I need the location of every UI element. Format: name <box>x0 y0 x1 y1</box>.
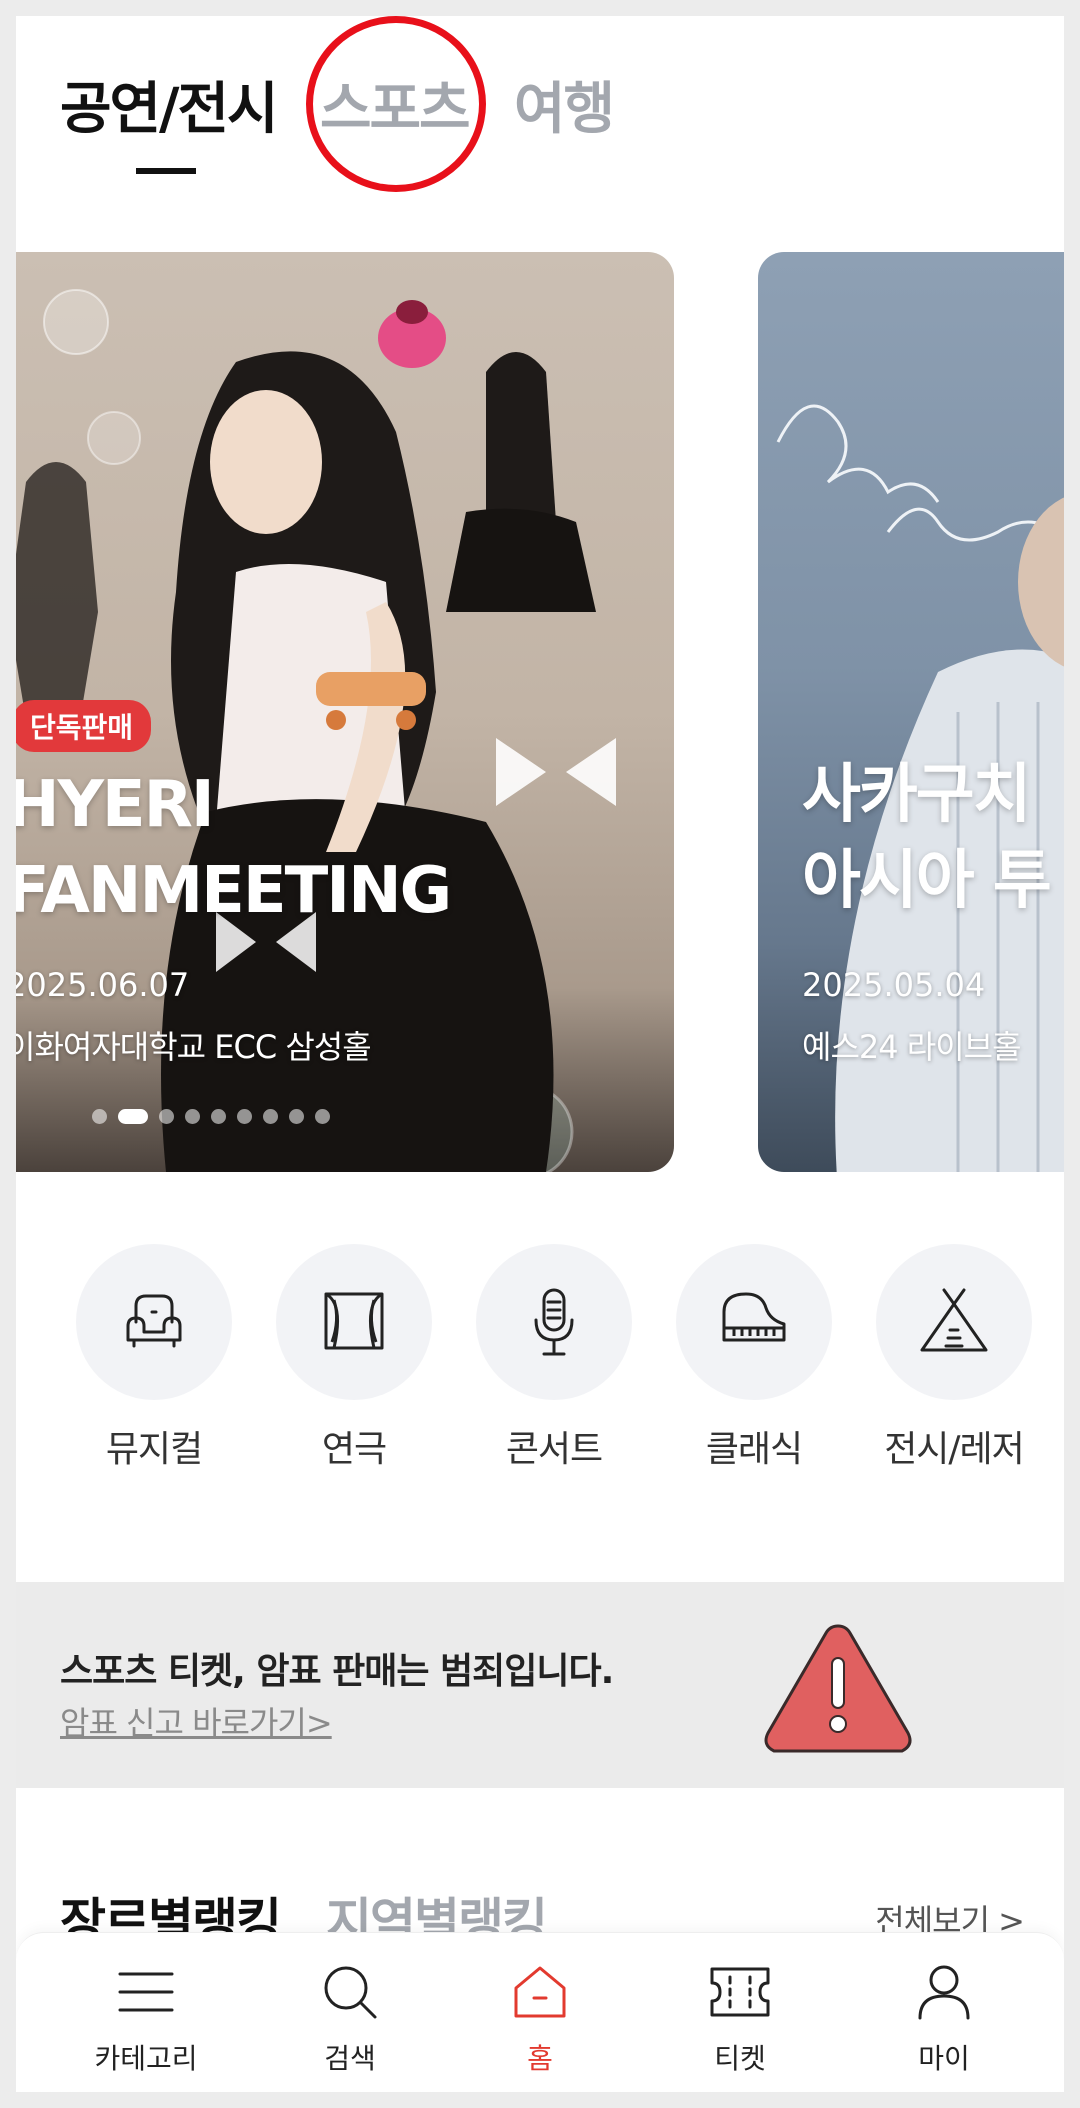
category-exhibition-leisure[interactable]: 전시/레저 <box>874 1244 1034 1472</box>
carousel-dot <box>211 1108 226 1124</box>
theater-curtain-icon <box>324 1292 384 1350</box>
highlight-circle-annotation <box>306 16 486 192</box>
nav-ticket[interactable]: 티켓 <box>670 1961 810 2077</box>
card-title-line2: FANMEETING <box>16 854 452 928</box>
nav-home[interactable]: 홈 <box>470 1961 610 2077</box>
category-label: 뮤지컬 <box>105 1429 203 1470</box>
category-play[interactable]: 연극 <box>274 1244 434 1472</box>
card-venue: 예스24 라이브홀 <box>802 1028 1022 1066</box>
user-icon <box>918 1965 970 2020</box>
exclusive-sale-badge: 단독판매 <box>16 700 152 752</box>
category-icon-wrapper <box>476 1244 632 1400</box>
nav-category[interactable]: 카테고리 <box>76 1961 216 2077</box>
carousel-card-hyeri-fanmeeting[interactable]: 단독판매 HYERI FANMEETING 2025.06.07 이화여자대학교… <box>16 252 674 1172</box>
nav-search[interactable]: 검색 <box>280 1961 420 2077</box>
card-date: 2025.06.07 <box>16 966 190 1004</box>
search-icon <box>324 1966 377 2019</box>
warning-icon <box>764 1624 912 1753</box>
carousel-dot <box>237 1108 252 1124</box>
top-tabs: 공연/전시 스포츠 여행 <box>16 16 1064 216</box>
menu-icon <box>118 1972 174 2012</box>
carousel-dot <box>159 1108 174 1124</box>
tab-performance-exhibition[interactable]: 공연/전시 <box>60 64 279 145</box>
piano-icon <box>722 1292 786 1342</box>
nav-my[interactable]: 마이 <box>874 1961 1014 2077</box>
category-icon-wrapper <box>76 1244 232 1400</box>
category-icon-wrapper <box>276 1244 432 1400</box>
nav-label: 카테고리 <box>94 2042 198 2075</box>
card-title-line2: 아시아 투 <box>802 844 1052 918</box>
card-date: 2025.05.04 <box>802 966 986 1004</box>
carousel-dot <box>289 1108 304 1124</box>
category-concert[interactable]: 콘서트 <box>474 1244 634 1472</box>
category-icon-wrapper <box>676 1244 832 1400</box>
active-tab-indicator <box>136 168 196 174</box>
tab-travel[interactable]: 여행 <box>514 64 615 145</box>
category-musical[interactable]: 뮤지컬 <box>74 1244 234 1472</box>
carousel-pagination <box>92 1108 330 1124</box>
nav-label: 홈 <box>527 2042 553 2075</box>
category-label: 클래식 <box>705 1429 803 1470</box>
nav-label: 검색 <box>324 2042 376 2075</box>
home-icon <box>514 1966 566 2018</box>
tent-icon <box>920 1288 988 1352</box>
notice-title: 스포츠 티켓, 암표 판매는 범죄입니다. <box>60 1651 614 1692</box>
report-scalping-link[interactable]: 암표 신고 바로가기> <box>60 1698 333 1744</box>
microphone-icon <box>534 1288 574 1356</box>
category-label: 전시/레저 <box>884 1429 1025 1470</box>
carousel-dot <box>92 1108 107 1124</box>
bottom-navigation: 카테고리 검색 홈 티켓 마이 <box>16 1932 1064 2092</box>
carousel-dot <box>185 1108 200 1124</box>
ticket-scalping-notice-banner: 스포츠 티켓, 암표 판매는 범죄입니다. 암표 신고 바로가기> <box>16 1582 1064 1788</box>
carousel-dot-active <box>118 1108 148 1124</box>
armchair-icon <box>126 1294 182 1348</box>
ticket-icon <box>710 1967 770 2017</box>
card-venue: 이화여자대학교 ECC 삼성홀 <box>16 1028 372 1066</box>
nav-label: 마이 <box>918 2042 970 2075</box>
category-label: 연극 <box>321 1429 387 1470</box>
category-classic[interactable]: 클래식 <box>674 1244 834 1472</box>
category-label: 콘서트 <box>505 1429 603 1470</box>
category-icon-wrapper <box>876 1244 1032 1400</box>
card-title-line1: 사카구치 <box>802 758 1032 832</box>
carousel-dot <box>263 1108 278 1124</box>
app-screen: 공연/전시 스포츠 여행 단독판매 HYERI FANMEETING 2025.… <box>16 16 1064 2092</box>
carousel-card-sakaguchi[interactable]: 사카구치 아시아 투 2025.05.04 예스24 라이브홀 <box>758 252 1064 1172</box>
card-title-line1: HYERI <box>16 768 215 842</box>
nav-label: 티켓 <box>714 2042 766 2075</box>
carousel-dot <box>315 1108 330 1124</box>
